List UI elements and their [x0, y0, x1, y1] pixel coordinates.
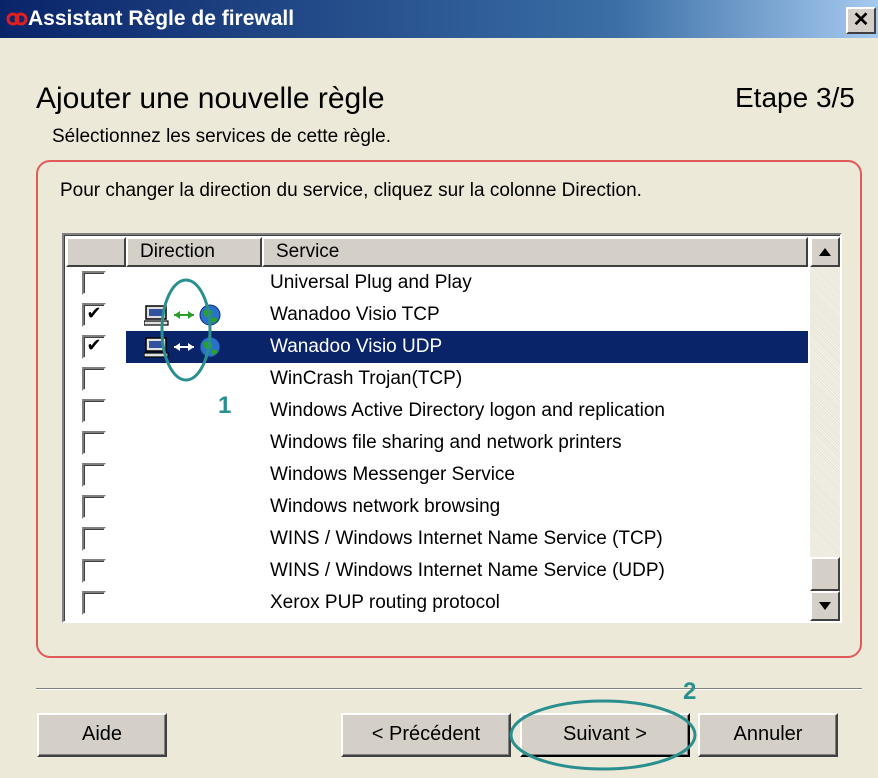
direction-icons[interactable]: [143, 303, 224, 327]
services-list[interactable]: Direction Service Universal Plug and Pla…: [62, 233, 842, 623]
list-item[interactable]: Windows network browsing: [66, 491, 808, 523]
service-checkbox[interactable]: [82, 559, 106, 583]
help-button[interactable]: Aide: [37, 713, 167, 757]
computer-icon: [143, 337, 169, 358]
service-label: Universal Plug and Play: [270, 272, 472, 293]
service-label: Windows network browsing: [270, 496, 501, 517]
service-label: Wanadoo Visio UDP: [262, 331, 808, 363]
service-checkbox[interactable]: [82, 527, 106, 551]
service-label: WinCrash Trojan(TCP): [270, 368, 463, 389]
direction-cell[interactable]: [126, 459, 262, 491]
separator: [36, 688, 862, 690]
annotation-marker-1: 1: [218, 392, 232, 419]
annotation-marker-2: 2: [683, 678, 697, 705]
service-checkbox[interactable]: ✔: [82, 335, 106, 359]
cancel-button[interactable]: Annuler: [698, 713, 838, 757]
service-checkbox[interactable]: [82, 495, 106, 519]
page-subtitle: Sélectionnez les services de cette règle…: [52, 126, 392, 147]
direction-cell[interactable]: [126, 523, 262, 555]
computer-icon: [143, 305, 169, 326]
checkmark-icon: ✔: [86, 303, 102, 324]
direction-cell[interactable]: [126, 587, 262, 619]
list-item[interactable]: WinCrash Trojan(TCP): [66, 363, 808, 395]
bidirectional-arrow-icon: [174, 311, 194, 319]
service-label: Windows Messenger Service: [270, 464, 515, 485]
list-item[interactable]: Universal Plug and Play: [66, 267, 808, 299]
step-indicator: Etape 3/5: [735, 82, 855, 113]
direction-cell[interactable]: [126, 363, 262, 395]
globe-icon: [199, 304, 221, 326]
service-label: Xerox PUP routing protocol: [270, 592, 500, 613]
service-label: WINS / Windows Internet Name Service (UD…: [270, 560, 665, 581]
scroll-up-arrow-icon: [819, 248, 831, 256]
direction-cell[interactable]: [126, 267, 262, 299]
app-logo-icon: [6, 12, 28, 26]
service-checkbox[interactable]: [82, 271, 106, 295]
service-label: Wanadoo Visio TCP: [270, 304, 440, 325]
vertical-scrollbar[interactable]: [810, 237, 840, 621]
list-item[interactable]: ✔ Wanadoo Visio TCP: [66, 299, 808, 331]
scroll-thumb[interactable]: [810, 557, 840, 591]
direction-cell[interactable]: [126, 491, 262, 523]
direction-icons[interactable]: [143, 335, 224, 359]
close-button[interactable]: ✕: [846, 7, 876, 34]
column-header-service[interactable]: Service: [262, 237, 808, 267]
service-checkbox[interactable]: [82, 367, 106, 391]
help-button-label: Aide: [81, 723, 123, 745]
service-checkbox[interactable]: [82, 399, 106, 423]
direction-cell[interactable]: [126, 427, 262, 459]
list-header: Direction Service: [66, 237, 808, 267]
previous-button-label: < Précédent: [371, 723, 481, 745]
service-checkbox[interactable]: [82, 463, 106, 487]
service-checkbox[interactable]: [82, 591, 106, 615]
service-label: Windows file sharing and network printer…: [270, 432, 622, 453]
close-icon: ✕: [852, 9, 870, 31]
direction-cell[interactable]: [126, 555, 262, 587]
cancel-button-label: Annuler: [733, 723, 803, 745]
page-title: Ajouter une nouvelle règle: [36, 82, 385, 115]
window-title: Assistant Règle de firewall: [28, 7, 295, 30]
scroll-up-button[interactable]: [810, 237, 840, 267]
list-item[interactable]: WINS / Windows Internet Name Service (TC…: [66, 523, 808, 555]
column-header-direction[interactable]: Direction: [126, 237, 262, 267]
title-bar: Assistant Règle de firewall ✕: [0, 0, 878, 38]
list-item[interactable]: WINS / Windows Internet Name Service (UD…: [66, 555, 808, 587]
previous-button[interactable]: < Précédent: [341, 713, 511, 757]
service-checkbox[interactable]: [82, 431, 106, 455]
list-item[interactable]: ✔ Wanadoo Visio UDP: [66, 331, 808, 363]
list-item[interactable]: Windows Messenger Service: [66, 459, 808, 491]
scroll-down-arrow-icon: [819, 602, 831, 610]
list-item[interactable]: Xerox PUP routing protocol: [66, 587, 808, 619]
list-item[interactable]: Windows file sharing and network printer…: [66, 427, 808, 459]
next-button[interactable]: Suivant >: [520, 713, 690, 757]
bidirectional-arrow-icon: [174, 343, 194, 351]
scroll-down-button[interactable]: [810, 591, 840, 621]
column-header-check[interactable]: [66, 237, 126, 267]
next-button-label: Suivant >: [563, 723, 647, 745]
checkmark-icon: ✔: [86, 335, 102, 356]
service-label: Windows Active Directory logon and repli…: [270, 400, 665, 421]
direction-cell[interactable]: [126, 395, 262, 427]
globe-icon: [199, 336, 221, 358]
instruction-text: Pour changer la direction du service, cl…: [60, 180, 642, 201]
service-checkbox[interactable]: ✔: [82, 303, 106, 327]
list-item[interactable]: Windows Active Directory logon and repli…: [66, 395, 808, 427]
service-label: WINS / Windows Internet Name Service (TC…: [270, 528, 663, 549]
